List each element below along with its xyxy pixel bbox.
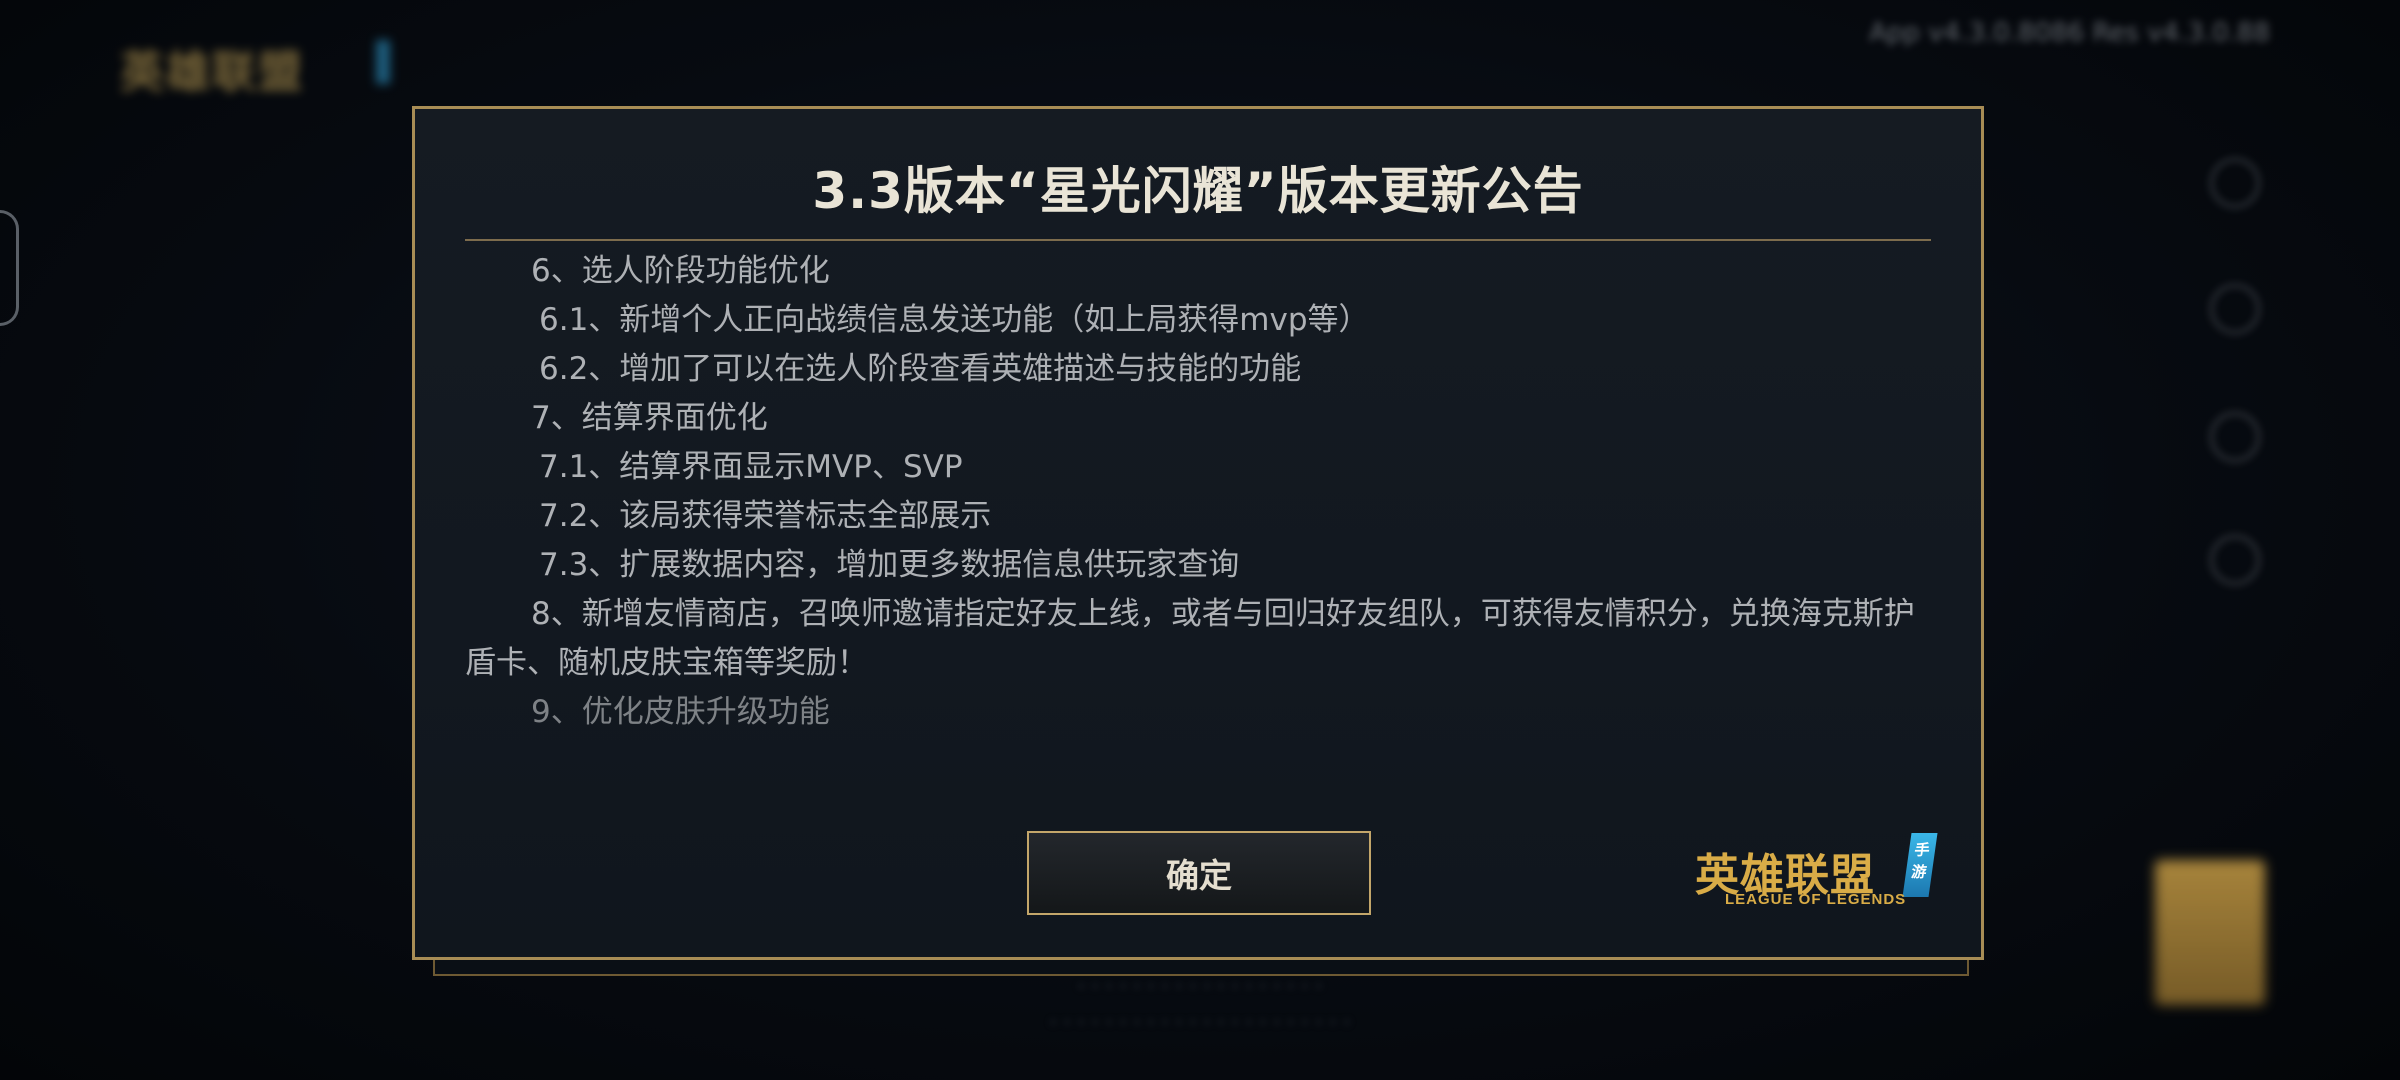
- announcement-line: 9、优化皮肤升级功能: [531, 694, 830, 730]
- brand-logo-english: LEAGUE OF LEGENDS: [1725, 891, 1907, 908]
- update-announcement-dialog: 3.3版本“星光闪耀”版本更新公告 6、选人阶段功能优化 6.1、新增个人正向战…: [412, 106, 1984, 960]
- background-logo-text: 英雄联盟: [120, 47, 304, 98]
- background-spotlight-icon: [2210, 412, 2260, 462]
- game-brand-logo: 英雄联盟 手游 LEAGUE OF LEGENDS: [1695, 833, 1945, 919]
- announcement-line: 7.3、扩展数据内容，增加更多数据信息供玩家查询: [539, 547, 1240, 583]
- background-phone-icon: [2210, 284, 2260, 334]
- announcement-line: 6、选人阶段功能优化: [531, 253, 830, 289]
- announcement-line: 7.2、该局获得荣誉标志全部展示: [539, 498, 992, 534]
- title-divider: [465, 239, 1931, 241]
- announcement-line: 6.2、增加了可以在选人阶段查看英雄描述与技能的功能: [539, 351, 1302, 387]
- background-settings-icon: [2210, 158, 2260, 208]
- side-tab-handle[interactable]: [0, 210, 19, 326]
- announcement-line: 7.1、结算界面显示MVP、SVP: [539, 449, 963, 485]
- brand-mobile-badge: 手游: [1902, 833, 1938, 897]
- announcement-line: 8、新增友情商店，召唤师邀请指定好友上线，或者与回归好友组队，可获得友情积分，兑…: [465, 596, 1915, 681]
- background-exit-icon: [2210, 535, 2260, 585]
- background-status-text: App v4.3.0.8086 Res v4.3.0.88: [1869, 18, 2270, 48]
- background-reward-card: [2155, 860, 2265, 1005]
- background-footer-line-2: · · · · · · · · · · · · · · · · · · · · …: [1049, 1011, 1351, 1036]
- background-logo-badge: [376, 40, 390, 84]
- dialog-title: 3.3版本“星光闪耀”版本更新公告: [812, 162, 1584, 220]
- background-logo: 英雄联盟: [120, 36, 390, 110]
- announcement-line: 7、结算界面优化: [531, 400, 768, 436]
- confirm-button[interactable]: 确定: [1027, 831, 1371, 915]
- game-screen: 英雄联盟 App v4.3.0.8086 Res v4.3.0.88 · · ·…: [0, 0, 2400, 1080]
- announcement-content[interactable]: 6、选人阶段功能优化 6.1、新增个人正向战绩信息发送功能（如上局获得mvp等）…: [465, 247, 1931, 845]
- announcement-line: 6.1、新增个人正向战绩信息发送功能（如上局获得mvp等）: [539, 302, 1370, 338]
- background-footer-text: · · · · · · · · · · · · · · · · · · · · …: [700, 970, 1700, 1042]
